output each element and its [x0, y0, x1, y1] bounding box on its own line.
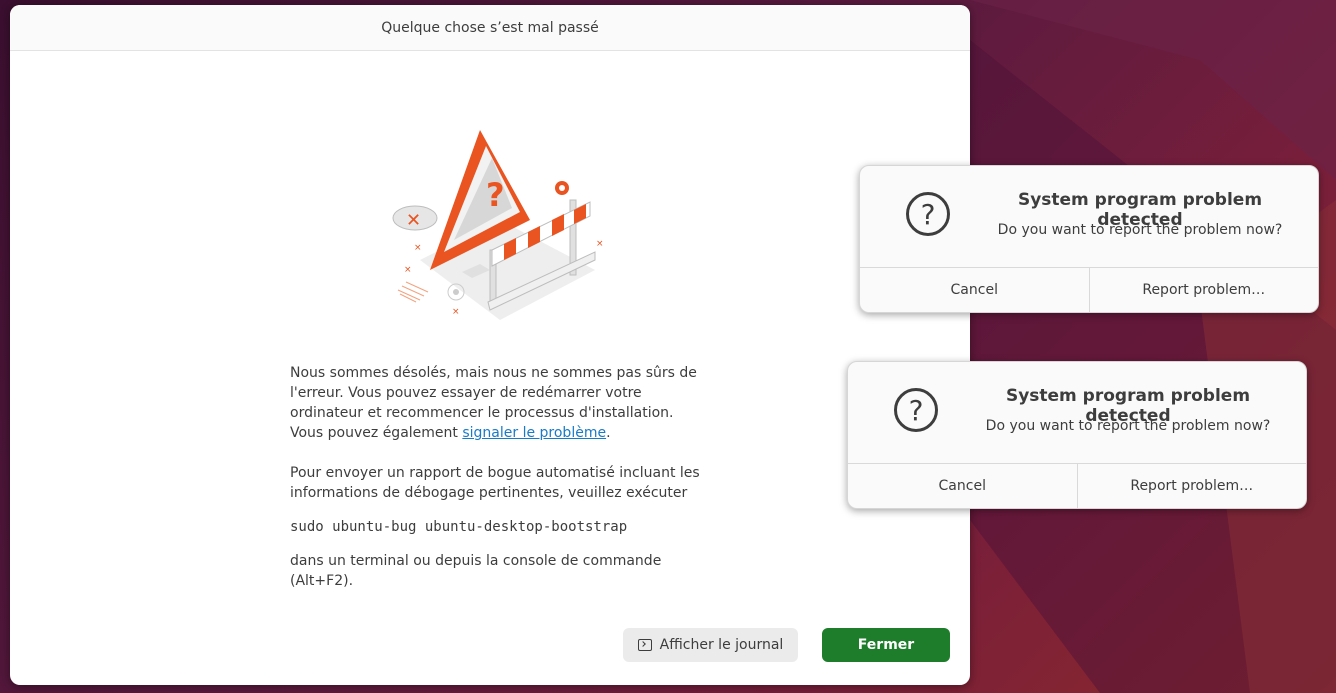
report-problem-button[interactable]: Report problem… [1076, 464, 1307, 508]
dialog-subtitle: Do you want to report the problem now? [985, 418, 1271, 434]
report-problem-link[interactable]: signaler le problème [462, 425, 606, 441]
error-paragraph-3: dans un terminal ou depuis la console de… [290, 553, 662, 589]
close-label: Fermer [857, 637, 915, 653]
svg-text:×: × [596, 239, 604, 249]
terminal-icon [637, 639, 652, 651]
dialog-actions: Cancel Report problem… [848, 463, 1306, 508]
problem-dialog: ? System program problem detected Do you… [847, 361, 1307, 509]
svg-text:?: ? [486, 176, 505, 214]
dialog-subtitle: Do you want to report the problem now? [997, 222, 1283, 238]
window-title: Quelque chose s’est mal passé [381, 19, 599, 36]
error-window: Quelque chose s’est mal passé ? ✕ × × × … [10, 5, 970, 685]
svg-text:×: × [404, 265, 412, 275]
error-paragraph-2: Pour envoyer un rapport de bogue automat… [290, 465, 700, 501]
close-button[interactable]: Fermer [822, 628, 950, 662]
question-icon: ? [906, 192, 950, 236]
error-message: Nous sommes désolés, mais nous ne sommes… [290, 363, 710, 591]
show-log-button[interactable]: Afficher le journal [623, 628, 798, 662]
bug-command: sudo ubuntu-bug ubuntu-desktop-bootstrap [290, 519, 628, 535]
window-titlebar[interactable]: Quelque chose s’est mal passé [10, 5, 970, 51]
svg-text:×: × [414, 243, 422, 253]
show-log-label: Afficher le journal [659, 637, 784, 653]
report-problem-button[interactable]: Report problem… [1088, 268, 1319, 312]
cancel-button[interactable]: Cancel [860, 268, 1089, 312]
svg-text:✕: ✕ [406, 210, 421, 231]
error-illustration: ? ✕ × × × × [392, 130, 604, 320]
cancel-button[interactable]: Cancel [848, 464, 1077, 508]
svg-text:×: × [452, 307, 460, 317]
problem-dialog: ? System program problem detected Do you… [859, 165, 1319, 313]
question-icon: ? [894, 388, 938, 432]
error-paragraph-1: Nous sommes désolés, mais nous ne sommes… [290, 365, 697, 441]
dialog-actions: Cancel Report problem… [860, 267, 1318, 312]
